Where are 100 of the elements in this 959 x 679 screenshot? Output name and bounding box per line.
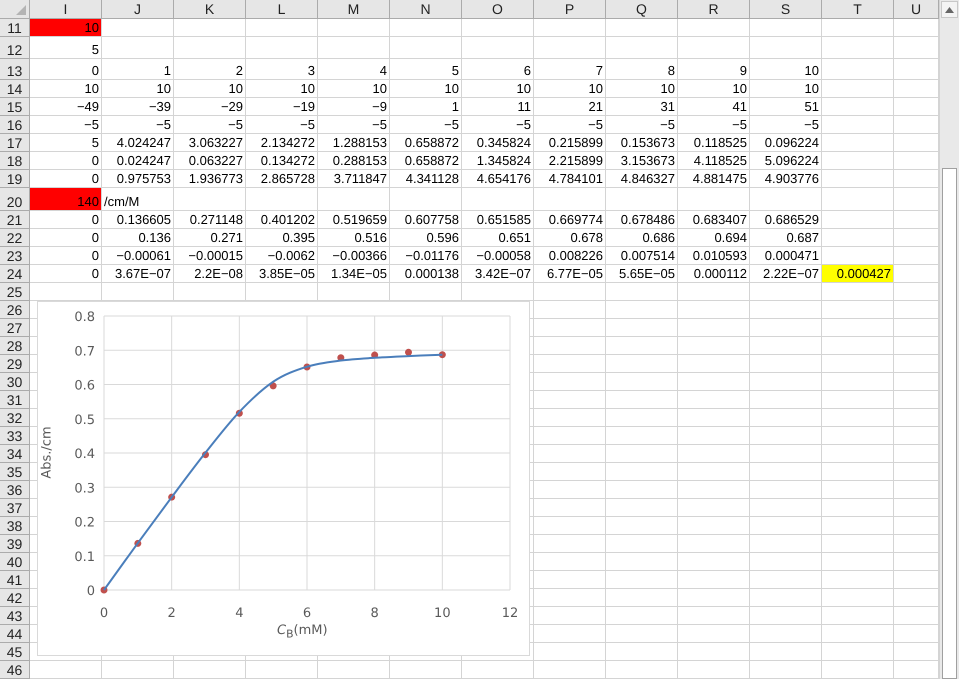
vertical-scrollbar[interactable]: [939, 0, 959, 679]
column-header[interactable]: M: [318, 0, 390, 19]
axis-tick-label: 12: [502, 606, 518, 621]
table-cell: [678, 37, 750, 59]
row-header[interactable]: 44: [0, 625, 30, 643]
row-header[interactable]: 25: [0, 283, 30, 301]
table-cell: 4: [318, 59, 390, 80]
row-header[interactable]: 41: [0, 571, 30, 589]
column-header[interactable]: Q: [606, 0, 678, 19]
column-header[interactable]: I: [30, 0, 102, 19]
row-header[interactable]: 31: [0, 391, 30, 409]
table-cell: [750, 37, 822, 59]
table-cell: 0.007514: [606, 247, 678, 265]
table-cell: [750, 319, 822, 337]
axis-tick-label: 0: [100, 606, 108, 621]
table-cell: [750, 391, 822, 409]
table-cell: [822, 517, 894, 535]
row-header[interactable]: 30: [0, 373, 30, 391]
table-cell: [822, 589, 894, 607]
table-cell: [174, 661, 246, 679]
table-cell: 3.711847: [318, 170, 390, 188]
row-header[interactable]: 11: [0, 19, 30, 37]
row-header[interactable]: 17: [0, 134, 30, 152]
row-header[interactable]: 33: [0, 427, 30, 445]
table-cell: [822, 170, 894, 188]
table-cell: −5: [30, 116, 102, 134]
column-header[interactable]: O: [462, 0, 534, 19]
table-cell: 10: [30, 80, 102, 98]
row-header[interactable]: 21: [0, 211, 30, 229]
row-header[interactable]: 40: [0, 553, 30, 571]
table-cell: −5: [246, 116, 318, 134]
table-cell: 10: [30, 19, 102, 37]
axis-tick-label: 0.8: [74, 310, 95, 325]
table-cell: [822, 463, 894, 481]
row-header[interactable]: 39: [0, 535, 30, 553]
scroll-up-button[interactable]: [941, 1, 958, 18]
column-header[interactable]: S: [750, 0, 822, 19]
table-cell: [750, 301, 822, 319]
column-header[interactable]: L: [246, 0, 318, 19]
column-header[interactable]: U: [894, 0, 939, 19]
axis-tick-label: 0.1: [74, 550, 95, 565]
row-header[interactable]: 32: [0, 409, 30, 427]
table-cell: −9: [318, 98, 390, 116]
row-header[interactable]: 42: [0, 589, 30, 607]
column-header[interactable]: K: [174, 0, 246, 19]
table-cell: [750, 517, 822, 535]
row-header[interactable]: 14: [0, 80, 30, 98]
table-cell: [606, 589, 678, 607]
table-cell: [606, 301, 678, 319]
table-cell: 0.063227: [174, 152, 246, 170]
row-header[interactable]: 20: [0, 188, 30, 211]
select-all-button[interactable]: [0, 0, 30, 19]
row-header[interactable]: 24: [0, 265, 30, 283]
table-cell: 0.010593: [678, 247, 750, 265]
axis-tick-label: 0.5: [74, 412, 95, 428]
column-header[interactable]: N: [390, 0, 462, 19]
table-cell: 140: [30, 188, 102, 211]
row-header[interactable]: 18: [0, 152, 30, 170]
column-header[interactable]: R: [678, 0, 750, 19]
row-header[interactable]: 36: [0, 481, 30, 499]
column-header[interactable]: T: [822, 0, 894, 19]
table-cell: 0: [30, 59, 102, 80]
row-header[interactable]: 35: [0, 463, 30, 481]
table-cell: [678, 337, 750, 355]
data-point: [202, 451, 209, 458]
row-header[interactable]: 43: [0, 607, 30, 625]
data-point: [236, 410, 243, 417]
row-header[interactable]: 37: [0, 499, 30, 517]
column-header[interactable]: P: [534, 0, 606, 19]
scroll-thumb[interactable]: [942, 168, 957, 679]
table-cell: 0.271148: [174, 211, 246, 229]
row-header[interactable]: 45: [0, 643, 30, 661]
row-header[interactable]: 46: [0, 661, 30, 679]
table-cell: 51: [750, 98, 822, 116]
axis-tick-label: 6: [302, 606, 312, 621]
table-cell: [750, 499, 822, 517]
row-header[interactable]: 27: [0, 319, 30, 337]
table-cell: [534, 337, 606, 355]
axis-tick-label: 2: [168, 606, 176, 621]
table-cell: [822, 661, 894, 679]
table-cell: [750, 661, 822, 679]
table-cell: [174, 37, 246, 59]
data-point: [438, 351, 446, 358]
row-header[interactable]: 15: [0, 98, 30, 116]
row-header[interactable]: 19: [0, 170, 30, 188]
row-header[interactable]: 34: [0, 445, 30, 463]
row-header[interactable]: 16: [0, 116, 30, 134]
data-point: [134, 540, 142, 547]
column-header[interactable]: J: [102, 0, 174, 19]
row-header[interactable]: 28: [0, 337, 30, 355]
table-cell: 0.678: [534, 229, 606, 247]
row-header[interactable]: 26: [0, 301, 30, 319]
row-header[interactable]: 22: [0, 229, 30, 247]
table-cell: [318, 37, 390, 59]
row-header[interactable]: 13: [0, 59, 30, 80]
table-cell: [822, 643, 894, 661]
row-header[interactable]: 23: [0, 247, 30, 265]
row-header[interactable]: 12: [0, 37, 30, 59]
row-header[interactable]: 38: [0, 517, 30, 535]
row-header[interactable]: 29: [0, 355, 30, 373]
